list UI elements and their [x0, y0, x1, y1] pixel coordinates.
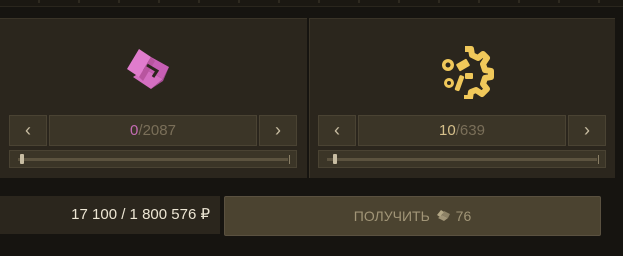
chevron-right-icon: › — [584, 120, 590, 140]
get-button[interactable]: ПОЛУЧИТЬ 76 — [224, 196, 601, 236]
get-button-count: 76 — [455, 208, 472, 224]
slider-end-marker — [289, 155, 290, 164]
quantity-slider[interactable] — [9, 150, 297, 168]
increase-button[interactable]: › — [259, 115, 297, 146]
slider-track — [327, 158, 597, 161]
slider-thumb[interactable] — [333, 154, 338, 164]
chevron-left-icon: ‹ — [25, 120, 31, 140]
top-decoration — [0, 0, 623, 3]
decrease-button[interactable]: ‹ — [9, 115, 47, 146]
total-cost: 17 100 / 1 800 576 ₽ — [0, 196, 220, 234]
quantity-field[interactable]: 0/2087 — [49, 115, 257, 146]
quantity-field[interactable]: 10/639 — [358, 115, 566, 146]
bottom-bar: 17 100 / 1 800 576 ₽ ПОЛУЧИТЬ 76 — [0, 190, 623, 256]
resource-panel-left: ‹ 0/2087 › — [0, 18, 307, 178]
slider-end-marker — [598, 155, 599, 164]
decrease-button[interactable]: ‹ — [318, 115, 356, 146]
quantity-slider[interactable] — [318, 150, 606, 168]
resource-panel-right: ‹ 10/639 › — [309, 18, 615, 178]
top-divider — [0, 6, 623, 7]
crate-icon — [436, 199, 453, 237]
quantity-current: 10 — [439, 122, 456, 139]
get-button-label: ПОЛУЧИТЬ — [353, 208, 430, 224]
gold-gear-parts-icon — [435, 43, 495, 101]
chevron-right-icon: › — [275, 120, 281, 140]
quantity-max: 2087 — [142, 122, 176, 139]
slider-track — [18, 158, 288, 161]
chevron-left-icon: ‹ — [334, 120, 340, 140]
pink-crate-icon — [123, 43, 183, 99]
quantity-max: 639 — [459, 122, 485, 139]
slider-thumb[interactable] — [20, 154, 24, 164]
increase-button[interactable]: › — [568, 115, 606, 146]
